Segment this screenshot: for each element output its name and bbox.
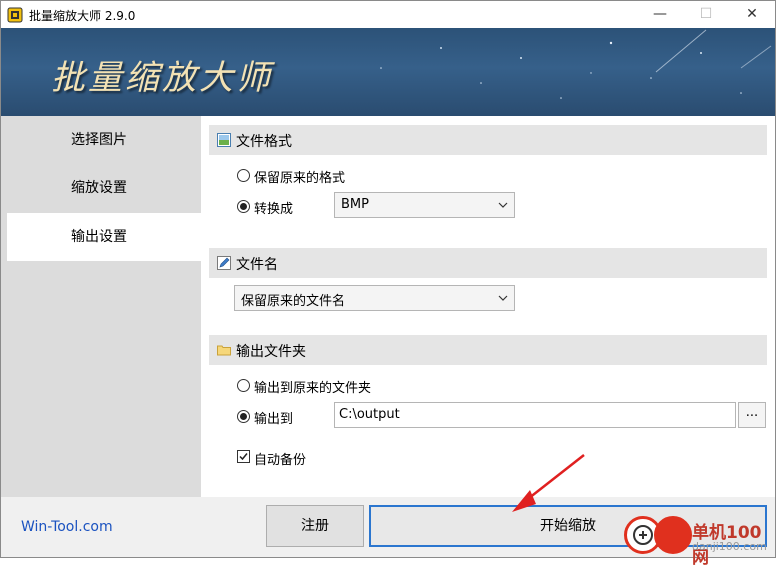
keep-format-label: 保留原来的格式: [254, 171, 346, 186]
format-select-value: BMP: [341, 197, 369, 212]
output-folder-title: 输出文件夹: [236, 344, 306, 360]
image-icon: [217, 133, 231, 147]
output-folder-header: 输出文件夹: [209, 335, 767, 365]
sidebar-item-select-images[interactable]: 选择图片: [7, 116, 201, 164]
window-title: 批量缩放大师 2.9.0: [29, 9, 136, 23]
checkmark-icon: [239, 453, 248, 461]
minimize-button[interactable]: —: [637, 1, 683, 28]
chevron-down-icon: [498, 202, 508, 208]
title-bar: 批量缩放大师 2.9.0 — ☐ ✕: [1, 1, 775, 28]
main-panel: 文件格式 保留原来的格式 转换成 BMP 文件名 保留原来的文件名 输出文件夹 …: [201, 116, 775, 497]
filename-mode-select[interactable]: 保留原来的文件名: [234, 285, 515, 311]
watermark: 单机100网 danji100.com: [622, 516, 772, 568]
file-name-header: 文件名: [209, 248, 767, 278]
edit-icon: [217, 256, 231, 270]
output-original-label: 输出到原来的文件夹: [254, 381, 372, 396]
register-button[interactable]: 注册: [266, 505, 364, 547]
maximize-button[interactable]: ☐: [683, 1, 729, 28]
browse-button[interactable]: ...: [738, 402, 766, 428]
sidebar-item-output-settings[interactable]: 输出设置: [7, 213, 201, 261]
app-window: 批量缩放大师 2.9.0 — ☐ ✕ 批量缩放大师 选择图片 缩放设置 输出设置: [0, 0, 776, 558]
output-custom-label: 输出到: [254, 412, 294, 427]
output-path-field[interactable]: [334, 402, 736, 428]
watermark-logo-dot: [654, 516, 692, 554]
convert-format-label: 转换成: [254, 202, 294, 217]
filename-mode-value: 保留原来的文件名: [241, 294, 346, 309]
convert-format-radio[interactable]: [237, 200, 250, 213]
folder-icon: [217, 345, 231, 356]
close-button[interactable]: ✕: [729, 1, 775, 28]
output-original-radio[interactable]: [237, 379, 250, 392]
format-select[interactable]: BMP: [334, 192, 515, 218]
output-custom-radio[interactable]: [237, 410, 250, 423]
header-banner: 批量缩放大师: [1, 28, 775, 116]
output-path-input[interactable]: [339, 407, 719, 422]
watermark-subtext: danji100.com: [692, 540, 767, 553]
website-link[interactable]: Win-Tool.com: [21, 519, 113, 535]
sidebar-item-resize-settings[interactable]: 缩放设置: [7, 164, 201, 212]
banner-title: 批量缩放大师: [51, 58, 273, 98]
chevron-down-icon: [498, 295, 508, 301]
sidebar: 选择图片 缩放设置 输出设置: [1, 116, 201, 497]
file-format-header: 文件格式: [209, 125, 767, 155]
app-icon: [7, 7, 23, 23]
auto-backup-checkbox[interactable]: [237, 450, 250, 463]
file-name-title: 文件名: [236, 257, 278, 273]
keep-format-radio[interactable]: [237, 169, 250, 182]
file-format-title: 文件格式: [236, 134, 292, 150]
auto-backup-label: 自动备份: [254, 453, 307, 468]
